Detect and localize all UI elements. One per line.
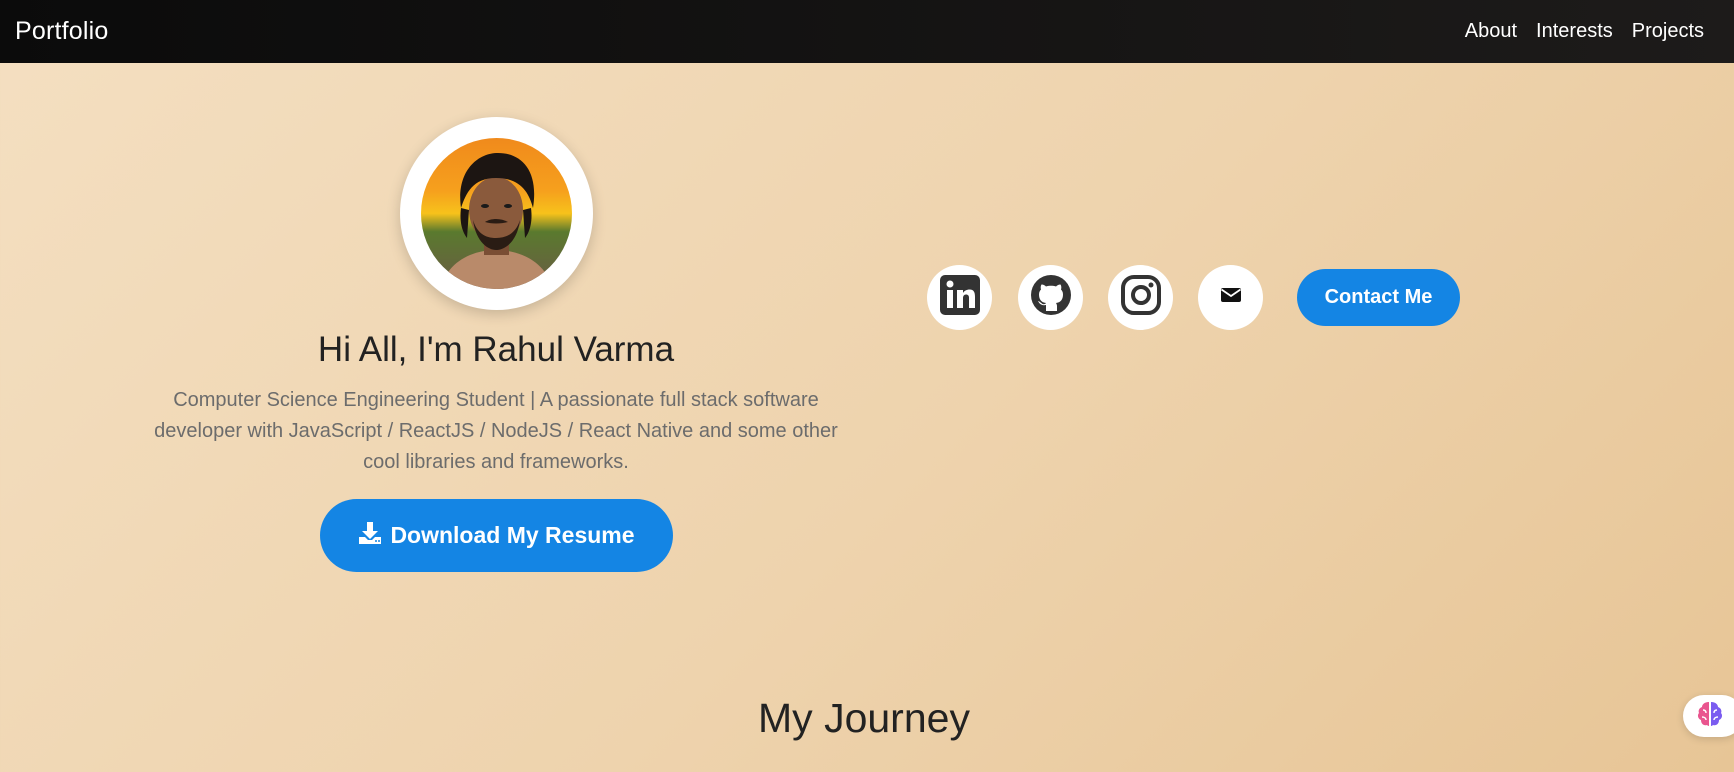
floating-assistant-widget[interactable] [1683,695,1734,737]
linkedin-icon [939,274,981,321]
nav-link-about[interactable]: About [1465,20,1517,43]
profile-avatar [421,138,572,289]
journey-title: My Journey [758,695,970,741]
instagram-icon [1120,274,1162,321]
hero-description: Computer Science Engineering Student | A… [154,389,838,473]
brain-icon [1695,699,1725,734]
nav-links: About Interests Projects [1446,20,1704,43]
github-link[interactable] [1018,265,1083,330]
navbar: Portfolio About Interests Projects [0,0,1734,63]
linkedin-link[interactable] [927,265,992,330]
github-icon [1030,274,1072,321]
hero-title: Hi All, I'm Rahul Varma [317,330,675,369]
download-icon [358,521,382,551]
contact-me-button[interactable]: Contact Me [1297,269,1460,326]
nav-link-projects[interactable]: Projects [1632,20,1704,43]
brand-logo[interactable]: Portfolio [15,17,109,46]
email-link[interactable] [1198,265,1263,330]
profile-avatar-ring [400,117,593,310]
email-icon [1220,286,1242,309]
instagram-link[interactable] [1108,265,1173,330]
download-resume-button[interactable]: Download My Resume [320,499,673,572]
nav-link-interests[interactable]: Interests [1536,20,1613,43]
download-resume-label: Download My Resume [390,522,635,548]
